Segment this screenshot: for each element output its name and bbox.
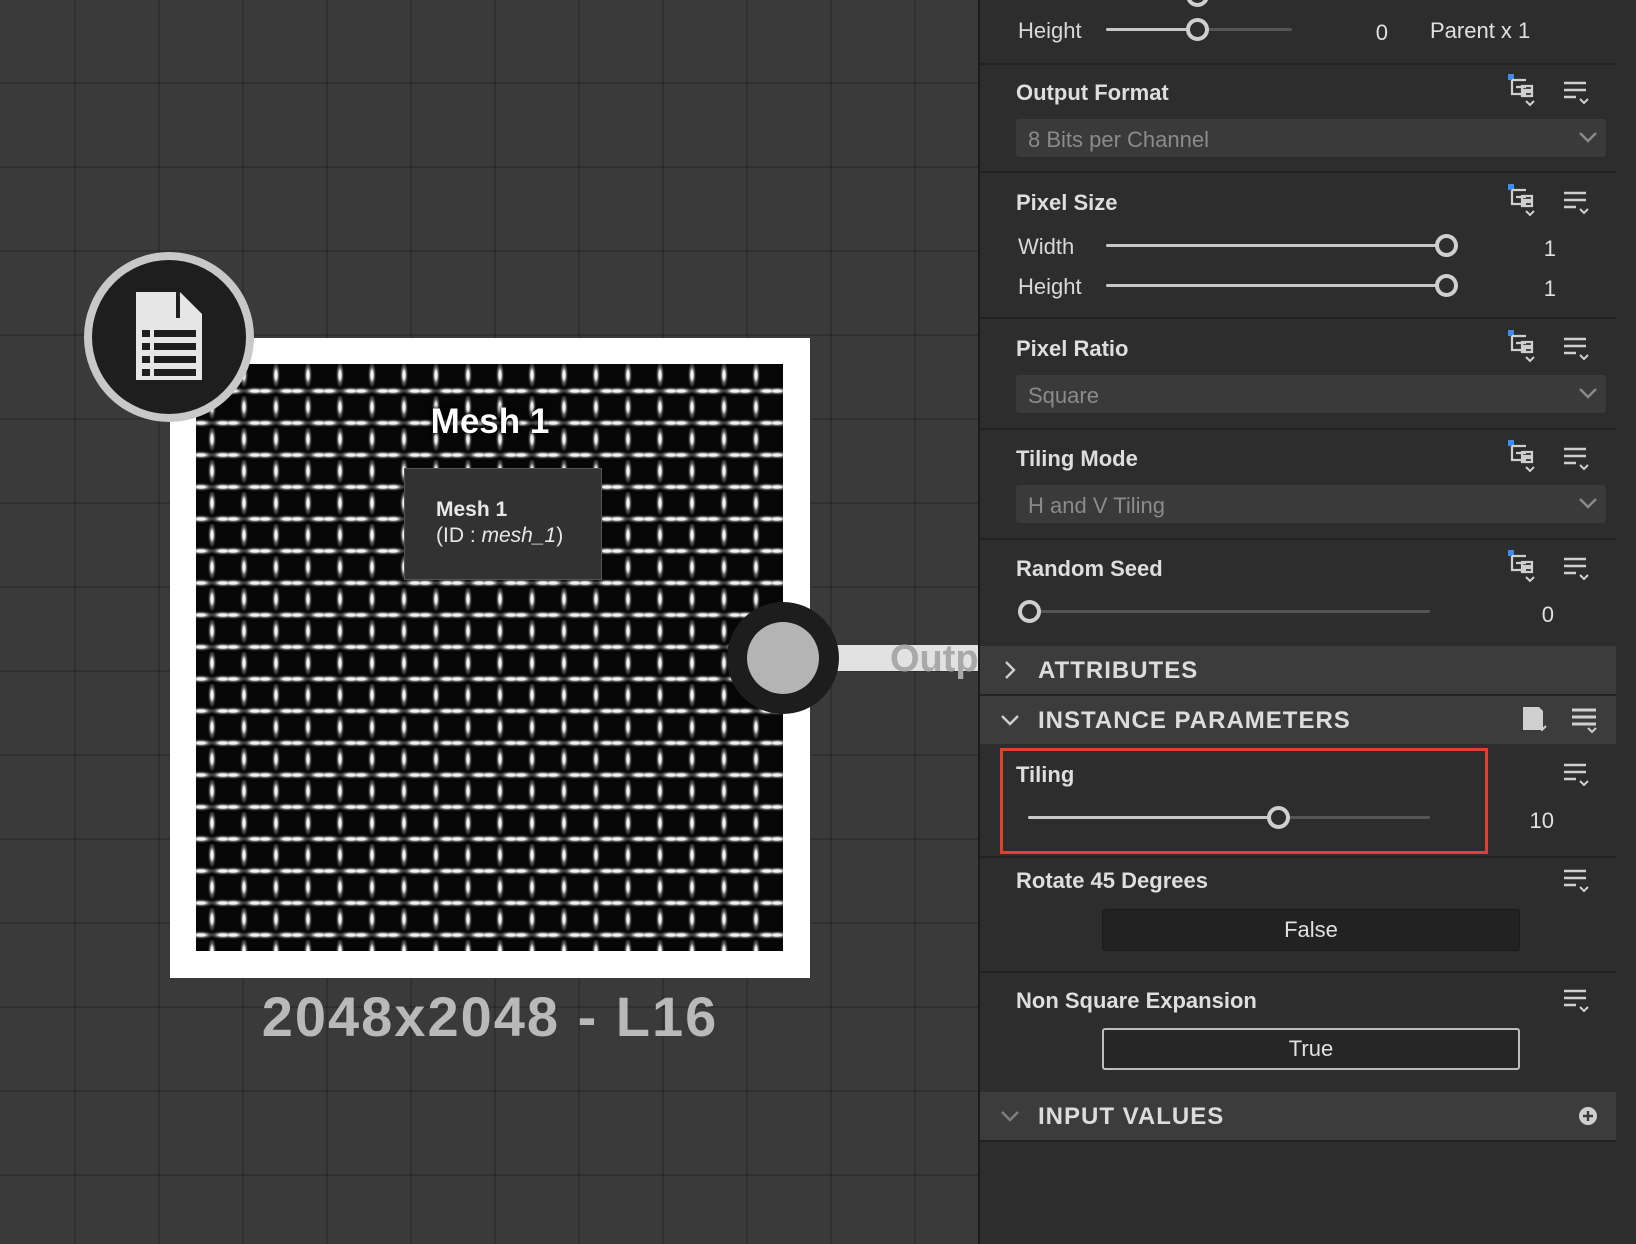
inheritance-tree-icon[interactable] bbox=[1506, 74, 1540, 108]
chevron-down-icon bbox=[1001, 715, 1019, 726]
input-values-group-header[interactable]: INPUT VALUES bbox=[980, 1092, 1616, 1140]
output-port[interactable] bbox=[727, 602, 839, 714]
add-circle-icon[interactable] bbox=[1578, 1106, 1598, 1126]
tooltip-node-id: (ID : mesh_1) bbox=[436, 523, 601, 549]
tiling-value: 10 bbox=[1529, 808, 1554, 833]
pixel-height-value: 1 bbox=[1543, 276, 1556, 301]
pixel-size-title: Pixel Size bbox=[1016, 190, 1118, 215]
inheritance-tree-icon[interactable] bbox=[1506, 550, 1540, 584]
parent-height-value: 0 bbox=[1375, 20, 1388, 45]
attributes-title: ATTRIBUTES bbox=[1038, 657, 1199, 684]
mesh-preview-thumbnail bbox=[196, 364, 783, 951]
parameter-menu-icon[interactable] bbox=[1562, 188, 1592, 218]
parameter-menu-icon[interactable] bbox=[1562, 986, 1592, 1016]
pixel-ratio-selected: Square bbox=[1028, 383, 1099, 408]
tiling-title: Tiling bbox=[1016, 762, 1075, 787]
chevron-down-icon bbox=[1579, 388, 1597, 399]
non-square-expansion-toggle[interactable]: True bbox=[1102, 1028, 1520, 1070]
pixel-ratio-dropdown[interactable]: Square bbox=[1016, 375, 1606, 413]
random-seed-slider[interactable] bbox=[1030, 610, 1430, 613]
instance-parameters-group-header[interactable]: INSTANCE PARAMETERS bbox=[980, 696, 1616, 744]
tooltip-id-prefix: (ID : bbox=[436, 524, 482, 547]
inheritance-tree-icon[interactable] bbox=[1506, 440, 1540, 474]
parameter-menu-icon[interactable] bbox=[1562, 866, 1592, 896]
inheritance-tree-icon[interactable] bbox=[1506, 184, 1540, 218]
random-seed-slider-knob[interactable] bbox=[1018, 600, 1041, 623]
tiling-slider-knob[interactable] bbox=[1267, 806, 1290, 829]
parameter-menu-icon[interactable] bbox=[1562, 760, 1592, 790]
random-seed-title: Random Seed bbox=[1016, 556, 1163, 581]
tiling-slider[interactable] bbox=[1028, 816, 1430, 819]
output-format-title: Output Format bbox=[1016, 80, 1169, 105]
attributes-group-header[interactable]: ATTRIBUTES bbox=[980, 646, 1616, 694]
tiling-mode-selected: H and V Tiling bbox=[1028, 493, 1165, 518]
chevron-right-icon bbox=[1005, 661, 1016, 679]
random-seed-value: 0 bbox=[1541, 602, 1554, 627]
tooltip-id-suffix: ) bbox=[556, 524, 564, 547]
document-list-icon bbox=[84, 252, 254, 422]
parameter-menu-icon[interactable] bbox=[1562, 554, 1592, 584]
offscreen-slider-knob bbox=[1186, 0, 1209, 7]
parameter-menu-icon[interactable] bbox=[1562, 78, 1592, 108]
pixel-height-slider-knob[interactable] bbox=[1435, 274, 1458, 297]
pixel-width-label: Width bbox=[1018, 234, 1075, 259]
tiling-mode-title: Tiling Mode bbox=[1016, 446, 1138, 471]
node-resolution-label: 2048x2048 - L16 bbox=[261, 985, 719, 1048]
chevron-down-icon bbox=[1001, 1111, 1019, 1122]
chevron-down-icon bbox=[1579, 132, 1597, 143]
group-menu-icon[interactable] bbox=[1570, 706, 1600, 736]
node-tooltip: Mesh 1 (ID : mesh_1) bbox=[404, 468, 602, 580]
pixel-height-label: Height bbox=[1018, 274, 1082, 299]
input-values-title: INPUT VALUES bbox=[1038, 1103, 1225, 1130]
pixel-ratio-title: Pixel Ratio bbox=[1016, 336, 1129, 361]
non-square-expansion-title: Non Square Expansion bbox=[1016, 988, 1257, 1013]
parameter-menu-icon[interactable] bbox=[1562, 444, 1592, 474]
graph-canvas[interactable]: Mesh 1 Mesh 1 (ID : mesh_1) Outp 2048x20… bbox=[0, 0, 978, 1244]
pixel-width-slider[interactable] bbox=[1106, 244, 1444, 247]
chevron-down-icon bbox=[1579, 498, 1597, 509]
output-format-selected: 8 Bits per Channel bbox=[1028, 127, 1209, 152]
parent-height-label: Height bbox=[1018, 18, 1082, 43]
parent-height-slider-knob[interactable] bbox=[1186, 18, 1209, 41]
output-node-label: Outp bbox=[890, 638, 978, 680]
properties-panel: Height 0 Parent x 1 Output Format 8 Bits… bbox=[978, 0, 1636, 1244]
tiling-mode-dropdown[interactable]: H and V Tiling bbox=[1016, 485, 1606, 523]
pixel-width-slider-knob[interactable] bbox=[1435, 234, 1458, 257]
output-format-dropdown[interactable]: 8 Bits per Channel bbox=[1016, 119, 1606, 157]
pixel-width-value: 1 bbox=[1543, 236, 1556, 261]
inheritance-tree-icon[interactable] bbox=[1506, 330, 1540, 364]
tooltip-id-value: mesh_1 bbox=[481, 524, 557, 547]
node-title: Mesh 1 bbox=[430, 402, 550, 441]
preset-icon[interactable] bbox=[1520, 704, 1550, 736]
rotate-45-toggle[interactable]: False bbox=[1102, 909, 1520, 951]
rotate-45-title: Rotate 45 Degrees bbox=[1016, 868, 1208, 893]
parameter-menu-icon[interactable] bbox=[1562, 334, 1592, 364]
tooltip-node-name: Mesh 1 bbox=[436, 498, 508, 521]
parent-height-suffix: Parent x 1 bbox=[1430, 18, 1531, 43]
pixel-height-slider[interactable] bbox=[1106, 284, 1444, 287]
instance-parameters-title: INSTANCE PARAMETERS bbox=[1038, 707, 1351, 734]
